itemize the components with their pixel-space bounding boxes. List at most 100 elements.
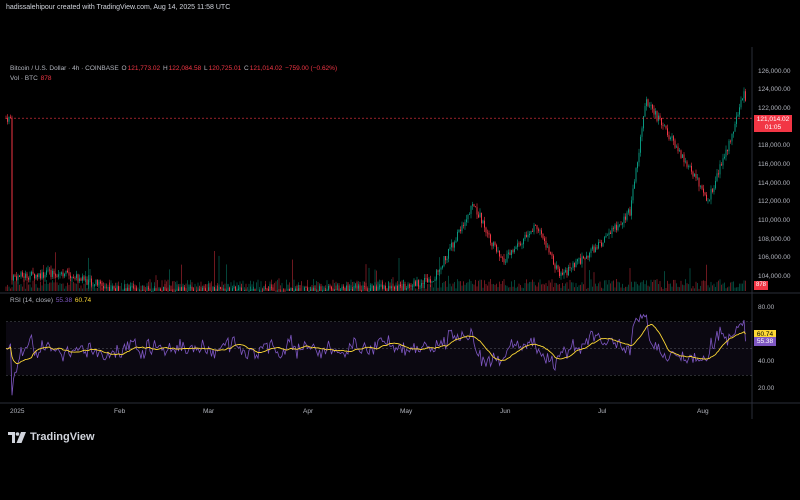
volume-bar: [145, 287, 146, 291]
volume-bar: [520, 285, 521, 291]
candle-body: [734, 123, 736, 132]
volume-bar: [605, 280, 607, 291]
candle-body: [529, 233, 530, 236]
candle-body: [80, 278, 82, 281]
candle-body: [557, 265, 559, 269]
candle-body: [281, 291, 283, 292]
low-value: 120,725.01: [208, 65, 242, 72]
candle-body: [499, 250, 500, 257]
candle-body: [58, 274, 59, 277]
candle-body: [364, 286, 365, 287]
candle-body: [259, 291, 260, 292]
close-value: 121,014.02: [249, 65, 283, 72]
volume-bar: [73, 281, 74, 291]
volume-bar: [571, 282, 572, 291]
volume-bar: [190, 279, 191, 291]
volume-bar: [544, 284, 545, 291]
volume-bar: [598, 283, 599, 291]
volume-bar: [487, 285, 488, 291]
volume-bar: [298, 282, 299, 291]
volume-bar: [110, 280, 112, 291]
volume-bar: [229, 286, 230, 291]
volume-bar: [193, 287, 194, 291]
rsi-legend[interactable]: RSI (14, close) 55.38 60.74: [10, 297, 92, 304]
candle-body: [578, 258, 580, 260]
candle-body: [481, 212, 482, 224]
candle-body: [707, 200, 709, 202]
candle-body: [604, 237, 605, 243]
volume-bar: [619, 282, 620, 291]
candle-body: [38, 273, 40, 277]
volume-bar: [368, 267, 370, 291]
candle-body: [703, 188, 704, 193]
candle-body: [679, 150, 680, 152]
candle-body: [26, 273, 28, 278]
candle-body: [637, 162, 638, 169]
volume-bar: [157, 279, 158, 291]
volume-bar: [43, 264, 44, 291]
volume-bar: [305, 288, 307, 291]
volume-bar: [125, 283, 127, 291]
volume-bar: [248, 283, 250, 291]
volume-legend[interactable]: Vol · BTC 878: [10, 75, 52, 82]
volume-bar: [341, 286, 343, 291]
volume-bar: [566, 282, 568, 291]
volume-bar: [446, 286, 448, 291]
volume-bar: [23, 279, 25, 291]
volume-bar: [464, 284, 466, 291]
candle-body: [322, 291, 323, 292]
candle-body: [553, 255, 554, 265]
volume-bar: [91, 286, 92, 291]
candle-body: [430, 279, 431, 283]
volume-bar: [640, 282, 641, 291]
volume-bar: [589, 270, 590, 291]
volume-bar: [703, 280, 704, 291]
time-tick-label: May: [400, 408, 413, 415]
volume-bar: [326, 280, 328, 291]
candle-body: [721, 164, 722, 166]
candle-body: [317, 291, 319, 292]
volume-bar: [665, 287, 667, 291]
candle-body: [634, 181, 635, 189]
volume-bar: [484, 280, 485, 291]
candle-body: [607, 234, 608, 236]
candle-body: [527, 235, 529, 238]
volume-bar: [614, 287, 616, 291]
volume-bar: [74, 283, 76, 291]
volume-bar: [175, 281, 176, 291]
candle-body: [161, 291, 163, 292]
candle-body: [31, 271, 32, 276]
candle-body: [97, 279, 98, 286]
volume-bar: [527, 283, 529, 291]
candle-body: [574, 262, 575, 268]
volume-bar: [251, 284, 253, 291]
volume-bar: [25, 288, 26, 291]
volume-bar: [292, 259, 293, 291]
volume-bar: [106, 288, 107, 291]
symbol-legend[interactable]: Bitcoin / U.S. Dollar · 4h · COINBASE O1…: [10, 65, 338, 72]
candle-body: [538, 229, 539, 231]
volume-bar: [83, 283, 85, 291]
chart-canvas[interactable]: [0, 47, 800, 447]
tradingview-logo[interactable]: TradingView: [8, 431, 95, 443]
price-tick-label: 116,000.00: [758, 161, 791, 168]
volume-bar: [547, 286, 548, 291]
volume-bar: [569, 279, 571, 291]
candle-body: [617, 225, 619, 231]
candle-body: [10, 116, 11, 118]
chart-area[interactable]: Bitcoin / U.S. Dollar · 4h · COINBASE O1…: [0, 47, 800, 447]
volume-bar: [572, 282, 574, 291]
time-tick-label: Jul: [598, 408, 607, 415]
time-tick-label: Apr: [303, 408, 314, 415]
volume-bar: [107, 284, 109, 291]
candle-body: [368, 291, 370, 292]
volume-bar: [362, 281, 364, 291]
volume-bar: [716, 282, 718, 291]
candle-body: [664, 125, 665, 127]
volume-bar: [49, 282, 50, 291]
volume-bar: [445, 281, 446, 291]
volume-bar: [227, 284, 229, 291]
volume-bar: [343, 283, 344, 291]
volume-bar: [53, 282, 55, 291]
volume-bar: [707, 285, 709, 291]
